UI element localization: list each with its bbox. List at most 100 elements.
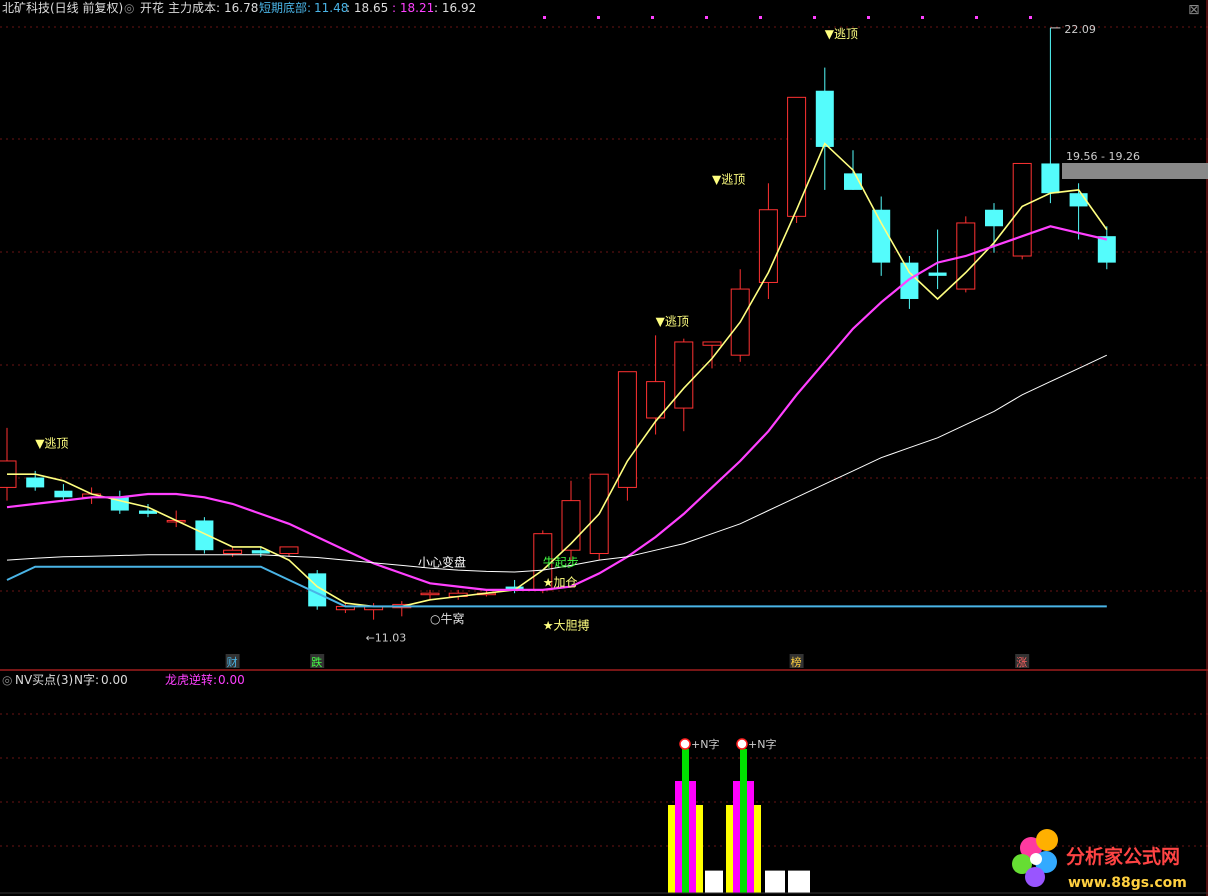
bottom-value: 11.48 xyxy=(314,1,348,15)
top-dot xyxy=(759,16,762,19)
flower-icon xyxy=(1012,829,1058,887)
sub-bar xyxy=(696,805,703,893)
marker-label: 榜 xyxy=(791,655,802,669)
dragon-value: 0.00 xyxy=(218,673,245,687)
stock-chart: 22.09 ←11.03 19.56 - 19.26 ▼逃顶 ▼逃顶 ▼逃顶 ▼逃顶小心变盘… xyxy=(0,0,1208,896)
dragon-label: 龙虎逆转: xyxy=(165,672,217,687)
candle xyxy=(279,546,299,557)
candle-body xyxy=(646,381,666,419)
candle xyxy=(730,269,750,362)
n-value: 0.00 xyxy=(101,673,128,687)
candle xyxy=(872,196,891,276)
grid-lines xyxy=(0,0,1208,896)
cost-label: 主力成本: xyxy=(168,1,220,15)
close-icon[interactable]: ⊠ xyxy=(1188,2,1200,18)
sub-title[interactable]: NV买点(3) xyxy=(15,673,73,687)
sub-toggle-icon[interactable]: ◎ xyxy=(2,673,12,687)
n-marker-icon xyxy=(679,738,691,750)
candle-body xyxy=(1012,162,1032,257)
candle xyxy=(815,67,834,190)
indicator-toggle-icon[interactable]: ◎ xyxy=(124,1,134,15)
value-3: : 18.21 xyxy=(392,1,434,15)
marker-label: 涨 xyxy=(1016,656,1027,669)
sub-bar xyxy=(788,870,810,893)
sub-bar xyxy=(689,781,696,893)
cost-value: 16.78 xyxy=(224,1,258,15)
candle xyxy=(195,517,214,554)
series-line-3 xyxy=(6,354,1108,573)
annotation: ○牛窝 xyxy=(430,611,464,626)
candle xyxy=(758,183,778,299)
annotation: ▼逃顶 xyxy=(656,314,689,328)
top-dot xyxy=(921,16,924,19)
indicator-name[interactable]: 开花 xyxy=(140,0,164,15)
annotations: 22.09 ←11.03 19.56 - 19.26 ▼逃顶 ▼逃顶 ▼逃顶 ▼逃顶小心变盘… xyxy=(35,23,1208,669)
candle-body xyxy=(223,549,243,555)
marker-label: 跌 xyxy=(311,655,322,669)
candle xyxy=(166,510,186,528)
bottom-marker: 榜 xyxy=(789,654,804,669)
annotation: ★加仓 xyxy=(543,576,578,590)
high-label: 22.09 xyxy=(1064,23,1096,36)
period-label[interactable]: (日线 前复权) xyxy=(50,0,123,15)
bottom-label: 短期底部: xyxy=(259,0,311,15)
top-dot xyxy=(651,16,654,19)
n-marker-label: +N字 xyxy=(748,737,776,751)
annotation: ▼逃顶 xyxy=(712,172,745,186)
stock-name: 北矿科技 xyxy=(2,1,50,15)
marker-label: 财 xyxy=(227,655,238,669)
bottom-marker: 财 xyxy=(225,654,240,669)
annotation: 牛起步 xyxy=(543,555,579,570)
candle-body xyxy=(1097,236,1116,263)
candle xyxy=(617,371,637,501)
sub-bar xyxy=(726,805,733,893)
low-label: ←11.03 xyxy=(366,632,407,645)
sub-bar xyxy=(668,805,675,893)
annotation: 小心变盘 xyxy=(418,555,466,570)
candle-body xyxy=(985,209,1003,227)
candle-body xyxy=(617,371,637,488)
candle xyxy=(646,335,666,435)
series-line-1 xyxy=(7,142,1108,608)
bottom-marker: 跌 xyxy=(310,654,325,669)
annotation: ▼逃顶 xyxy=(825,27,858,41)
watermark-name: 分析家公式网 xyxy=(1066,845,1180,868)
candle-body xyxy=(702,341,722,346)
top-dot xyxy=(813,16,816,19)
n-marker: +N字 xyxy=(679,737,719,751)
candle xyxy=(1041,27,1060,204)
sub-bar xyxy=(754,805,761,893)
top-dot xyxy=(705,16,708,19)
candle-body xyxy=(928,272,947,276)
candle-body xyxy=(420,592,440,596)
candles xyxy=(0,27,1116,620)
candle-body xyxy=(54,490,73,498)
candle xyxy=(787,96,807,223)
candle-body xyxy=(195,520,214,551)
candle xyxy=(392,601,412,617)
candle xyxy=(0,427,17,501)
candle xyxy=(1097,226,1116,270)
annotation: ▼逃顶 xyxy=(35,437,68,451)
n-marker-icon xyxy=(736,738,748,750)
series-line-2 xyxy=(6,225,1108,591)
sub-bar xyxy=(675,781,682,893)
range-label: 19.56 - 19.26 xyxy=(1066,150,1140,163)
value-2: : 18.65 xyxy=(346,1,388,15)
top-dot xyxy=(867,16,870,19)
candle-body xyxy=(815,90,834,147)
candle-body xyxy=(26,477,45,488)
watermark-logo: 分析家公式网 www.88gs.com xyxy=(1012,829,1187,891)
candle xyxy=(589,473,609,561)
candle-body xyxy=(900,262,919,299)
candle-body xyxy=(787,96,807,217)
top-dot xyxy=(543,16,546,19)
candle-body xyxy=(1041,163,1060,194)
n-marker-label: +N字 xyxy=(691,737,719,751)
sub-bar xyxy=(740,749,747,893)
candle-body xyxy=(872,209,891,263)
candle xyxy=(1012,162,1032,260)
n-marker: +N字 xyxy=(736,737,776,751)
sub-bar xyxy=(682,749,689,893)
candle xyxy=(561,480,581,561)
